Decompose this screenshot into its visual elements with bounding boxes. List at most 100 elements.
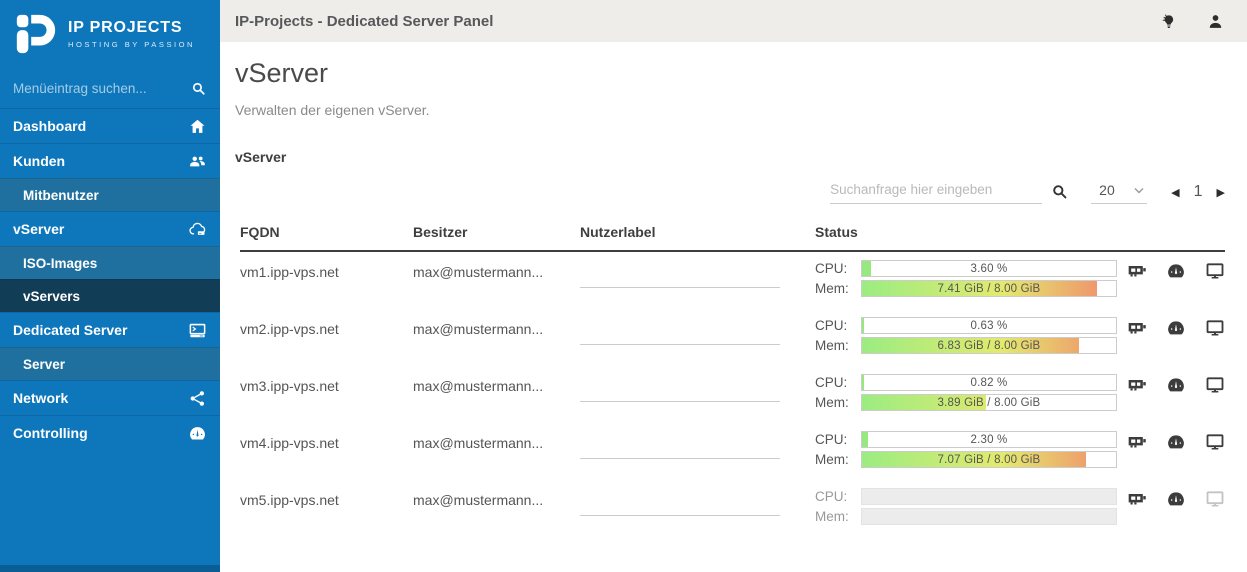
sidebar-item-vservers[interactable]: vServers [0, 279, 220, 312]
row-actions [1125, 252, 1225, 309]
cpu-label: CPU: [815, 261, 861, 276]
gauge-icon[interactable] [1166, 261, 1186, 281]
monitor-console-icon[interactable] [1205, 432, 1225, 452]
brand-logo[interactable]: IP PROJECTS HOSTING BY PASSION [0, 0, 220, 68]
userlabel-cell [580, 252, 815, 309]
search-icon[interactable] [1050, 182, 1069, 201]
userlabel-cell [580, 480, 815, 537]
sidebar-item-dashboard[interactable]: Dashboard [0, 108, 220, 143]
gauge-icon[interactable] [1166, 375, 1186, 395]
cpu-value: 3.60 % [862, 261, 1116, 276]
pagination: ◀ 1 ▶ [1171, 183, 1225, 204]
sidebar-item-dedicated-server[interactable]: Dedicated Server [0, 312, 220, 347]
sidebar-bottom-strip [0, 565, 220, 572]
cpu-line: CPU: 0.63 % [815, 317, 1125, 334]
mem-value: 3.89 GiB / 8.00 GiB [862, 395, 1116, 410]
owner-cell: max@mustermann... [413, 366, 580, 423]
cpu-line: CPU: 0.82 % [815, 374, 1125, 391]
mem-bar: 3.89 GiB / 8.00 GiB [861, 394, 1117, 411]
page-title: vServer [235, 56, 1247, 90]
vserver-table: FQDN Besitzer Nutzerlabel Status vm1.ipp… [240, 216, 1225, 537]
sidebar-menu: Dashboard Kunden Mitbenutzer vServer ISO… [0, 108, 220, 565]
table-header: FQDN Besitzer Nutzerlabel Status [240, 216, 1225, 252]
column-header-besitzer: Besitzer [413, 224, 580, 240]
userlabel-cell [580, 309, 815, 366]
row-actions [1125, 423, 1225, 480]
mem-line: Mem: 7.07 GiB / 8.00 GiB [815, 451, 1125, 468]
cpu-label: CPU: [815, 489, 861, 504]
mem-line: Mem: [815, 508, 1125, 525]
cpu-value: 2.30 % [862, 432, 1116, 447]
menu-search-input[interactable] [13, 81, 190, 96]
column-header-fqdn: FQDN [240, 224, 413, 240]
sidebar-item-network[interactable]: Network [0, 380, 220, 415]
page-size-select[interactable]: 20 [1091, 182, 1147, 204]
mem-bar: 7.41 GiB / 8.00 GiB [861, 280, 1117, 297]
row-actions [1125, 480, 1225, 537]
cpu-label: CPU: [815, 318, 861, 333]
userlabel-input[interactable] [580, 386, 780, 402]
current-page: 1 [1194, 183, 1203, 201]
table-row: vm5.ipp-vps.net max@mustermann... CPU: M… [240, 480, 1225, 537]
sidebar-item-iso-images[interactable]: ISO-Images [0, 246, 220, 279]
chevron-down-icon [1134, 187, 1144, 194]
gauge-icon[interactable] [1166, 432, 1186, 452]
cpu-bar: 0.63 % [861, 317, 1117, 334]
sidebar: IP PROJECTS HOSTING BY PASSION Dashboard… [0, 0, 220, 572]
monitor-console-icon[interactable] [1205, 318, 1225, 338]
prev-page-icon[interactable]: ◀ [1171, 186, 1179, 199]
gauge-icon[interactable] [1166, 318, 1186, 338]
status-cell: CPU: 2.30 % Mem: 7.07 GiB / 8.00 GiB [815, 423, 1125, 480]
search-icon[interactable] [190, 80, 207, 97]
mem-bar: 6.83 GiB / 8.00 GiB [861, 337, 1117, 354]
mem-label: Mem: [815, 452, 861, 467]
cpu-label: CPU: [815, 432, 861, 447]
sidebar-item-vserver[interactable]: vServer [0, 211, 220, 246]
mem-line: Mem: 6.83 GiB / 8.00 GiB [815, 337, 1125, 354]
app-title: IP-Projects - Dedicated Server Panel [235, 13, 493, 30]
network-card-icon[interactable] [1127, 489, 1147, 509]
table-row: vm1.ipp-vps.net max@mustermann... CPU: 3… [240, 252, 1225, 309]
section-title: vServer [235, 149, 1247, 166]
owner-cell: max@mustermann... [413, 309, 580, 366]
mem-line: Mem: 3.89 GiB / 8.00 GiB [815, 394, 1125, 411]
userlabel-input[interactable] [580, 272, 780, 288]
sidebar-item-mitbenutzer[interactable]: Mitbenutzer [0, 178, 220, 211]
monitor-console-icon[interactable] [1205, 261, 1225, 281]
cpu-bar: 0.82 % [861, 374, 1117, 391]
gauge-icon[interactable] [1166, 489, 1186, 509]
userlabel-input[interactable] [580, 443, 780, 459]
table-search [830, 181, 1042, 204]
cloud-server-icon [188, 220, 207, 239]
network-card-icon[interactable] [1127, 318, 1147, 338]
monitor-console-icon[interactable] [1205, 489, 1225, 509]
sidebar-item-controlling[interactable]: Controlling [0, 415, 220, 450]
row-actions [1125, 366, 1225, 423]
userlabel-input[interactable] [580, 329, 780, 345]
fqdn-cell: vm5.ipp-vps.net [240, 480, 413, 537]
next-page-icon[interactable]: ▶ [1217, 186, 1225, 199]
cpu-value: 0.82 % [862, 375, 1116, 390]
cpu-bar [861, 488, 1117, 505]
mem-value: 7.41 GiB / 8.00 GiB [862, 281, 1116, 296]
table-search-input[interactable] [830, 182, 1042, 197]
network-card-icon[interactable] [1127, 261, 1147, 281]
status-cell: CPU: 3.60 % Mem: 7.41 GiB / 8.00 GiB [815, 252, 1125, 309]
mem-label: Mem: [815, 338, 861, 353]
network-card-icon[interactable] [1127, 432, 1147, 452]
top-header: IP-Projects - Dedicated Server Panel [220, 0, 1247, 42]
network-card-icon[interactable] [1127, 375, 1147, 395]
brand-name: IP PROJECTS [68, 19, 195, 37]
sidebar-item-server[interactable]: Server [0, 347, 220, 380]
row-actions [1125, 309, 1225, 366]
cpu-line: CPU: 2.30 % [815, 431, 1125, 448]
user-account-icon[interactable] [1206, 12, 1225, 31]
userlabel-input[interactable] [580, 500, 780, 516]
cpu-label: CPU: [815, 375, 861, 390]
monitor-console-icon[interactable] [1205, 375, 1225, 395]
cpu-line: CPU: 3.60 % [815, 260, 1125, 277]
mem-line: Mem: 7.41 GiB / 8.00 GiB [815, 280, 1125, 297]
status-cell: CPU: 0.82 % Mem: 3.89 GiB / 8.00 GiB [815, 366, 1125, 423]
lightbulb-icon[interactable] [1159, 12, 1178, 31]
sidebar-item-kunden[interactable]: Kunden [0, 143, 220, 178]
